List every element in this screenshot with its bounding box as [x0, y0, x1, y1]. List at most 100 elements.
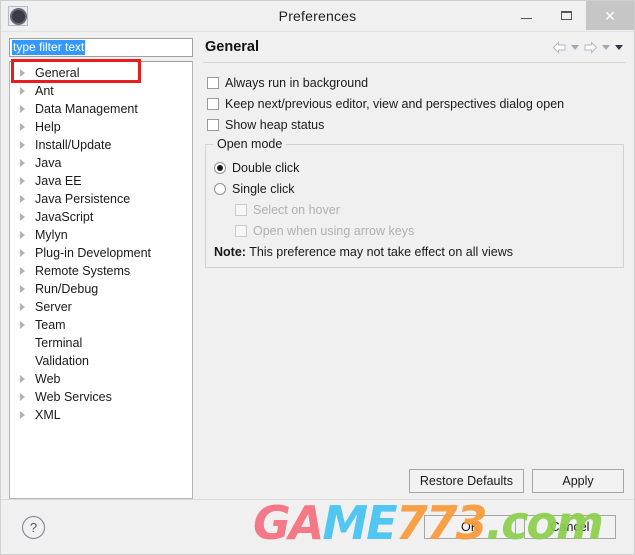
forward-arrow-icon[interactable]: [583, 40, 598, 54]
sidebar-item-data-management[interactable]: Data Management: [10, 100, 192, 118]
expand-arrow-icon[interactable]: [20, 159, 34, 167]
expand-arrow-icon[interactable]: [20, 321, 34, 329]
sidebar-item-label: JavaScript: [35, 210, 94, 224]
radio-icon[interactable]: [214, 161, 226, 174]
sidebar-item-general[interactable]: General: [10, 64, 192, 82]
sidebar-item-java-ee[interactable]: Java EE: [10, 172, 192, 190]
expand-arrow-icon[interactable]: [20, 249, 34, 257]
sidebar-item-label: Web Services: [35, 390, 112, 404]
apply-button[interactable]: Apply: [532, 469, 624, 493]
back-arrow-icon[interactable]: [552, 40, 567, 54]
checkbox-icon[interactable]: [207, 118, 219, 131]
checkbox-icon[interactable]: [207, 76, 219, 89]
expand-arrow-icon[interactable]: [20, 303, 34, 311]
sidebar-item-label: Terminal: [35, 336, 83, 350]
sidebar-item-javascript[interactable]: JavaScript: [10, 208, 192, 226]
sidebar-item-label: Java Persistence: [35, 192, 131, 206]
sidebar-item-java-persistence[interactable]: Java Persistence: [10, 190, 192, 208]
sidebar: type filter text General Ant Data Manage…: [9, 38, 193, 499]
expand-arrow-icon[interactable]: [20, 87, 34, 95]
back-history-chevron-down-icon[interactable]: [571, 44, 579, 50]
open-mode-note: Note: This preference may not take effec…: [214, 241, 615, 259]
sidebar-item-remote-systems[interactable]: Remote Systems: [10, 262, 192, 280]
checkbox-icon[interactable]: [207, 97, 219, 110]
sidebar-item-label: Plug-in Development: [35, 246, 152, 260]
sidebar-item-xml[interactable]: XML: [10, 406, 192, 424]
title-bar: Preferences ✕: [1, 1, 634, 32]
checkbox-keep-next-previous-editor[interactable]: Keep next/previous editor, view and pers…: [207, 93, 624, 114]
sidebar-item-ant[interactable]: Ant: [10, 82, 192, 100]
expand-arrow-icon[interactable]: [20, 267, 34, 275]
sidebar-item-java[interactable]: Java: [10, 154, 192, 172]
preference-page: General Always run in background Keep ne…: [199, 38, 626, 499]
sidebar-item-label: Ant: [35, 84, 54, 98]
close-button[interactable]: ✕: [586, 1, 634, 30]
expand-arrow-icon[interactable]: [20, 411, 34, 419]
checkbox-always-run-in-background[interactable]: Always run in background: [207, 72, 624, 93]
page-navigation: [552, 40, 624, 54]
expand-arrow-icon[interactable]: [20, 393, 34, 401]
group-label: Open mode: [213, 137, 287, 151]
sidebar-item-label: Run/Debug: [35, 282, 99, 296]
radio-icon[interactable]: [214, 182, 226, 195]
open-mode-group: Open mode Double click Single click Sele…: [205, 137, 624, 268]
restore-defaults-button[interactable]: Restore Defaults: [408, 469, 524, 493]
expand-arrow-icon[interactable]: [20, 195, 34, 203]
note-text: This preference may not take effect on a…: [249, 245, 513, 259]
eclipse-gear-icon: [8, 6, 28, 26]
sidebar-item-team[interactable]: Team: [10, 316, 192, 334]
sidebar-item-validation[interactable]: Validation: [10, 352, 192, 370]
expand-arrow-icon[interactable]: [20, 123, 34, 131]
sidebar-item-label: Server: [35, 300, 72, 314]
sidebar-item-server[interactable]: Server: [10, 298, 192, 316]
expand-arrow-icon[interactable]: [20, 285, 34, 293]
sidebar-item-label: Remote Systems: [35, 264, 131, 278]
expand-arrow-icon[interactable]: [20, 375, 34, 383]
sidebar-item-run-debug[interactable]: Run/Debug: [10, 280, 192, 298]
ok-button[interactable]: OK: [424, 515, 516, 539]
sidebar-item-label: XML: [35, 408, 61, 422]
expand-arrow-icon[interactable]: [20, 69, 34, 77]
sidebar-item-install-update[interactable]: Install/Update: [10, 136, 192, 154]
sidebar-item-web-services[interactable]: Web Services: [10, 388, 192, 406]
dialog-footer: ? OK Cancel: [1, 499, 634, 554]
forward-history-chevron-down-icon[interactable]: [602, 44, 610, 50]
page-title: General: [205, 39, 259, 55]
radio-label: Single click: [232, 181, 295, 196]
general-options: Always run in background Keep next/previ…: [203, 63, 626, 135]
sidebar-item-mylyn[interactable]: Mylyn: [10, 226, 192, 244]
expand-arrow-icon[interactable]: [20, 141, 34, 149]
page-menu-chevron-down-icon[interactable]: [615, 44, 623, 50]
cancel-button[interactable]: Cancel: [524, 515, 616, 539]
checkbox-label: Keep next/previous editor, view and pers…: [225, 96, 565, 111]
sidebar-item-label: General: [35, 66, 80, 80]
maximize-button[interactable]: [546, 1, 586, 30]
sidebar-item-plug-in-development[interactable]: Plug-in Development: [10, 244, 192, 262]
sidebar-item-label: Data Management: [35, 102, 138, 116]
expand-arrow-icon[interactable]: [20, 177, 34, 185]
checkbox-show-heap-status[interactable]: Show heap status: [207, 114, 624, 135]
search-input[interactable]: type filter text: [9, 38, 193, 57]
minimize-button[interactable]: [506, 1, 546, 30]
expand-arrow-icon[interactable]: [20, 231, 34, 239]
footer-buttons: OK Cancel: [424, 515, 622, 539]
expand-arrow-icon[interactable]: [20, 105, 34, 113]
preference-tree[interactable]: General Ant Data Management Help Install…: [9, 61, 193, 499]
help-icon[interactable]: ?: [22, 515, 45, 539]
sidebar-item-label: Mylyn: [35, 228, 68, 242]
filter-text-value: type filter text: [12, 40, 86, 55]
sidebar-item-help[interactable]: Help: [10, 118, 192, 136]
sidebar-item-label: Team: [35, 318, 66, 332]
checkbox-icon: [235, 203, 247, 216]
sidebar-item-label: Install/Update: [35, 138, 112, 152]
radio-double-click[interactable]: Double click: [214, 157, 615, 178]
radio-label: Double click: [232, 160, 300, 175]
expand-arrow-icon[interactable]: [20, 213, 34, 221]
checkbox-label: Always run in background: [225, 75, 369, 90]
sidebar-item-web[interactable]: Web: [10, 370, 192, 388]
checkbox-label: Open when using arrow keys: [253, 223, 415, 238]
sidebar-item-label: Web: [35, 372, 61, 386]
radio-single-click[interactable]: Single click: [214, 178, 615, 199]
sidebar-item-terminal[interactable]: Terminal: [10, 334, 192, 352]
checkbox-label: Show heap status: [225, 117, 325, 132]
